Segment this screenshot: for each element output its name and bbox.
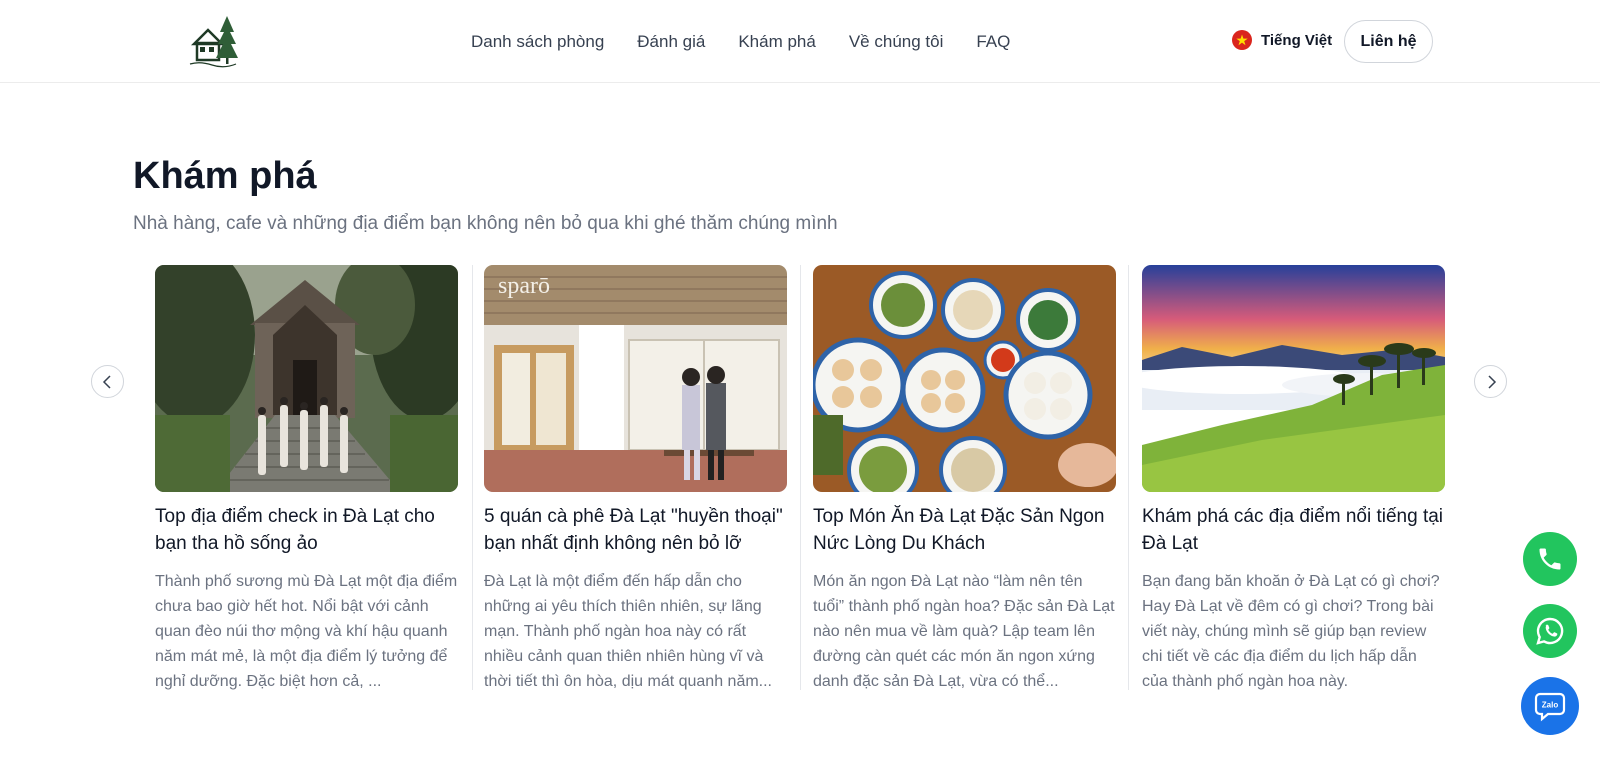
chevron-left-icon: [102, 374, 111, 389]
article-image-landscape[interactable]: [1142, 265, 1445, 492]
article-image-food[interactable]: [813, 265, 1116, 492]
article-excerpt: Đà Lạt là một điểm đến hấp dẫn cho những…: [484, 573, 772, 690]
explore-carousel: Top địa điểm check in Đà Lạt cho bạn tha…: [155, 265, 1446, 690]
nav-reviews[interactable]: Đánh giá: [637, 32, 705, 52]
chevron-right-icon: [1487, 374, 1496, 389]
zalo-icon: Zalo: [1534, 692, 1566, 722]
article-card[interactable]: Top địa điểm check in Đà Lạt cho bạn tha…: [155, 265, 458, 690]
article-excerpt: Bạn đang băn khoăn ở Đà Lạt có gì chơi? …: [1142, 573, 1440, 690]
house-pine-logo-icon: [189, 16, 238, 68]
article-image-cafe[interactable]: sparō: [484, 265, 787, 492]
phone-icon: [1539, 548, 1561, 570]
svg-text:sparō: sparō: [498, 273, 550, 299]
nav-about[interactable]: Về chúng tôi: [849, 32, 944, 52]
card-divider: [800, 265, 801, 690]
card-divider: [1128, 265, 1129, 690]
zalo-label: Zalo: [1542, 701, 1559, 710]
article-title[interactable]: Top Món Ăn Đà Lạt Đặc Sản Ngon Nức Lòng …: [813, 503, 1116, 557]
main-nav: Danh sách phòng Đánh giá Khám phá Về chú…: [471, 0, 1010, 83]
vietnam-flag-icon: [1232, 30, 1252, 50]
article-card[interactable]: Khám phá các địa điểm nổi tiếng tại Đà L…: [1142, 265, 1445, 690]
call-button[interactable]: [1523, 532, 1577, 586]
carousel-next-button[interactable]: [1474, 365, 1507, 398]
nav-explore[interactable]: Khám phá: [738, 32, 816, 52]
language-selector[interactable]: Tiếng Việt: [1232, 30, 1332, 50]
article-card[interactable]: Top Món Ăn Đà Lạt Đặc Sản Ngon Nức Lòng …: [813, 265, 1116, 690]
language-label: Tiếng Việt: [1261, 31, 1333, 49]
card-divider: [472, 265, 473, 690]
page-title: Khám phá: [133, 155, 317, 197]
whatsapp-button[interactable]: [1523, 604, 1577, 658]
article-title[interactable]: 5 quán cà phê Đà Lạt "huyền thoại" bạn n…: [484, 503, 787, 557]
site-logo[interactable]: [186, 12, 240, 72]
site-header: Danh sách phòng Đánh giá Khám phá Về chú…: [0, 0, 1600, 83]
carousel-prev-button[interactable]: [91, 365, 124, 398]
article-title[interactable]: Top địa điểm check in Đà Lạt cho bạn tha…: [155, 503, 458, 557]
contact-button[interactable]: Liên hệ: [1344, 20, 1433, 63]
nav-room-list[interactable]: Danh sách phòng: [471, 32, 604, 52]
article-excerpt: Món ăn ngon Đà Lạt nào “làm nên tên tuổi…: [813, 573, 1115, 690]
nav-faq[interactable]: FAQ: [976, 32, 1010, 52]
article-excerpt: Thành phố sương mù Đà Lạt một địa điểm c…: [155, 573, 458, 690]
article-card[interactable]: sparō 5 quán cà phê Đà Lạt "huyền thoại"…: [484, 265, 787, 690]
article-title[interactable]: Khám phá các địa điểm nổi tiếng tại Đà L…: [1142, 503, 1445, 557]
zalo-button[interactable]: Zalo: [1521, 677, 1579, 735]
page-subtitle: Nhà hàng, cafe và những địa điểm bạn khô…: [133, 213, 838, 234]
article-image-church[interactable]: [155, 265, 458, 492]
whatsapp-icon: [1536, 617, 1564, 645]
